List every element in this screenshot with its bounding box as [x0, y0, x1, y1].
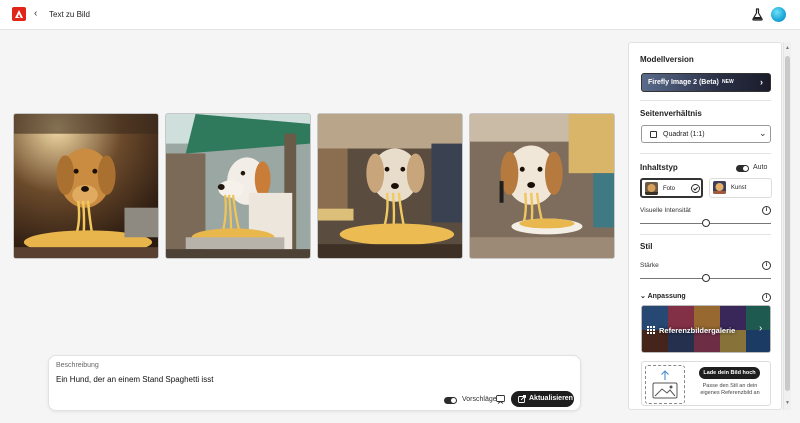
model-version-label: Firefly Image 2 (Beta)	[648, 79, 719, 86]
top-bar: ‹ Text zu Bild	[0, 0, 800, 30]
info-icon[interactable]: i	[762, 261, 771, 270]
generated-image-2[interactable]	[165, 113, 311, 259]
divider	[640, 100, 771, 101]
adobe-logo-icon[interactable]	[12, 7, 26, 21]
suggestions-toggle[interactable]	[444, 397, 457, 404]
suggestions-info-icon[interactable]	[496, 395, 505, 406]
reference-gallery-button[interactable]: Referenzbildergalerie ›	[641, 305, 771, 353]
foto-thumbnail	[645, 182, 658, 195]
content-type-kunst[interactable]: Kunst	[709, 178, 772, 198]
new-badge: NEW	[722, 79, 734, 85]
generated-image-1[interactable]	[13, 113, 159, 259]
kunst-thumbnail	[713, 181, 726, 194]
prompt-box: Beschreibung Ein Hund, der an einem Stan…	[48, 355, 581, 411]
generated-image-4[interactable]	[469, 113, 615, 259]
checkmark-icon	[691, 184, 700, 195]
suggestions-label: Vorschläge	[462, 396, 497, 403]
strength-slider-handle[interactable]	[701, 274, 710, 282]
chevron-down-icon: ⌄	[640, 293, 646, 300]
scroll-up-icon[interactable]: ▲	[785, 45, 790, 51]
content-type-foto[interactable]: Foto	[640, 178, 703, 198]
model-heading: Modellversion	[640, 55, 694, 64]
aspect-ratio-select[interactable]: Quadrat (1:1) ⌄	[641, 125, 771, 143]
divider	[640, 234, 771, 235]
upload-image-button[interactable]: Lade dein Bild hoch	[699, 367, 760, 379]
chevron-right-icon: ›	[760, 77, 763, 87]
aspect-heading: Seitenverhältnis	[640, 109, 702, 118]
flask-icon[interactable]	[752, 8, 763, 23]
content-type-label: Foto	[663, 186, 676, 192]
chevron-right-icon: ›	[759, 323, 763, 334]
model-version-button[interactable]: Firefly Image 2 (Beta) NEW ›	[641, 73, 771, 92]
prompt-input[interactable]: Ein Hund, der an einem Stand Spaghetti i…	[56, 375, 213, 384]
chevron-down-icon: ⌄	[759, 128, 767, 138]
gallery-label: Referenzbildergalerie	[659, 326, 736, 335]
intensity-label: Visuelle Intensität	[640, 207, 691, 214]
customize-section-toggle[interactable]: ⌄ Anpassung	[640, 292, 686, 300]
generated-image-3[interactable]	[317, 113, 463, 259]
update-button-label: Aktualisieren	[529, 395, 573, 402]
panel-scrollbar[interactable]: ▲ ▼	[783, 42, 791, 410]
square-icon	[650, 131, 657, 138]
scroll-down-icon[interactable]: ▼	[785, 400, 790, 406]
customize-label: Anpassung	[647, 293, 686, 300]
strength-label: Stärke	[640, 262, 659, 269]
divider	[640, 153, 771, 154]
style-heading: Stil	[640, 242, 653, 251]
back-chevron-icon[interactable]: ‹	[34, 8, 37, 19]
upload-dropzone[interactable]	[645, 365, 685, 404]
prompt-label: Beschreibung	[56, 362, 99, 369]
page-title: Text zu Bild	[49, 10, 90, 19]
content-type-heading: Inhaltstyp	[640, 163, 678, 172]
upload-reference-box: Lade dein Bild hoch Passe den Stil an de…	[641, 361, 771, 406]
settings-panel: Modellversion Firefly Image 2 (Beta) NEW…	[628, 42, 782, 410]
aspect-ratio-value: Quadrat (1:1)	[663, 131, 705, 138]
content-type-label: Kunst	[731, 185, 747, 191]
upload-help-text: Passe den Stil an dein eigenes Referenzb…	[700, 383, 760, 396]
avatar[interactable]	[771, 7, 786, 22]
intensity-slider-handle[interactable]	[701, 219, 710, 227]
info-icon[interactable]: i	[762, 293, 771, 302]
auto-toggle[interactable]	[736, 165, 749, 172]
info-icon[interactable]: i	[762, 206, 771, 215]
auto-label: Auto	[753, 164, 768, 171]
grid-icon	[647, 326, 655, 336]
update-button[interactable]: Aktualisieren	[511, 391, 574, 407]
scrollbar-thumb[interactable]	[785, 56, 790, 391]
